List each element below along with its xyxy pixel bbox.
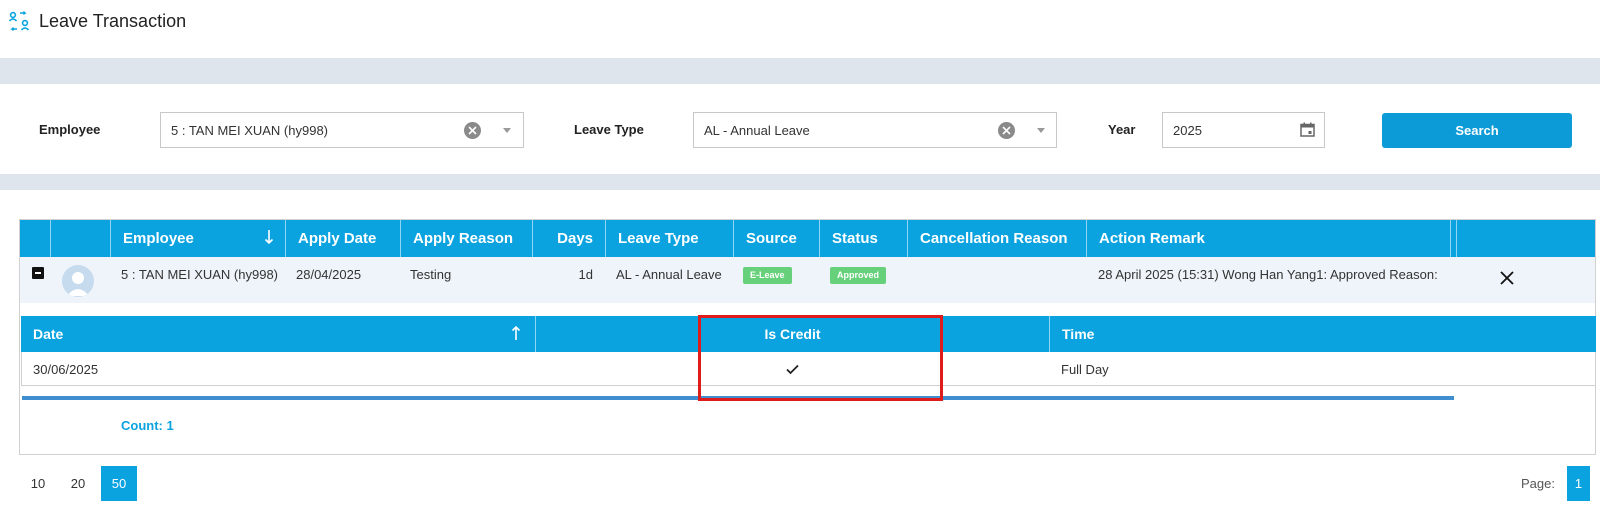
chevron-down-icon[interactable] [503, 128, 511, 133]
column-header-actions [1456, 220, 1595, 257]
column-header-status[interactable]: Status [819, 220, 907, 257]
calendar-icon[interactable] [1300, 122, 1315, 137]
column-header-source[interactable]: Source [733, 220, 819, 257]
cell-action-remark: 28 April 2025 (15:31) Wong Han Yang1: Ap… [1098, 267, 1438, 282]
avatar [62, 265, 94, 297]
top-bar: Leave Transaction [0, 0, 1600, 58]
cell-employee: 5 : TAN MEI XUAN (hy998) [121, 267, 279, 282]
source-badge: E-Leave [743, 267, 792, 284]
page-title: Leave Transaction [39, 11, 187, 31]
year-input-value: 2025 [1173, 123, 1202, 138]
sort-ascending-icon[interactable] [511, 325, 521, 341]
separator-band [0, 174, 1600, 190]
column-header-label: Date [33, 326, 64, 342]
cell-days: 1d [578, 267, 593, 282]
clear-icon[interactable] [464, 122, 481, 139]
page-size-50[interactable]: 50 [101, 466, 137, 501]
cell-time: Full Day [1061, 362, 1109, 377]
page-button-1[interactable]: 1 [1567, 466, 1590, 501]
cell-leave-type: AL - Annual Leave [616, 267, 722, 282]
employee-select[interactable]: 5 : TAN MEI XUAN (hy998) [160, 112, 524, 148]
clear-icon[interactable] [998, 122, 1015, 139]
column-header-date[interactable]: Date [21, 316, 535, 352]
separator-band [0, 58, 1600, 84]
column-header-time[interactable]: Time [1049, 316, 1596, 352]
page-label: Page: [1521, 476, 1555, 491]
close-icon[interactable] [1500, 271, 1514, 285]
chevron-down-icon[interactable] [1037, 128, 1045, 133]
grid-header: Employee Apply Date Apply Reason Days Le… [20, 220, 1595, 257]
leave-type-select-value: AL - Annual Leave [704, 123, 810, 138]
column-header-apply-reason[interactable]: Apply Reason [400, 220, 532, 257]
table-row[interactable]: 5 : TAN MEI XUAN (hy998) 28/04/2025 Test… [20, 257, 1595, 303]
highlight-box [698, 315, 943, 401]
column-header-action-remark[interactable]: Action Remark [1086, 220, 1450, 257]
sort-descending-icon[interactable] [264, 229, 274, 245]
status-badge: Approved [830, 267, 887, 284]
column-header-employee[interactable]: Employee [110, 220, 285, 257]
page-size-10[interactable]: 10 [20, 466, 56, 501]
column-header-cancellation-reason[interactable]: Cancellation Reason [907, 220, 1086, 257]
column-header-leave-type[interactable]: Leave Type [605, 220, 733, 257]
leave-type-label: Leave Type [574, 122, 644, 137]
leave-type-select[interactable]: AL - Annual Leave [693, 112, 1057, 148]
cell-apply-date: 28/04/2025 [296, 267, 362, 282]
cell-date: 30/06/2025 [33, 362, 99, 377]
page-size-20[interactable]: 20 [60, 466, 96, 501]
grid-header-expand [50, 220, 110, 257]
cell-apply-reason: Testing [410, 267, 452, 282]
year-label: Year [1108, 122, 1136, 137]
employee-label: Employee [39, 122, 101, 137]
column-header-apply-date[interactable]: Apply Date [285, 220, 400, 257]
leave-transfer-icon [8, 11, 30, 31]
year-input[interactable]: 2025 [1162, 112, 1325, 148]
collapse-icon[interactable] [32, 267, 44, 279]
record-count: Count: 1 [121, 418, 174, 433]
column-header-days[interactable]: Days [532, 220, 605, 257]
search-button[interactable]: Search [1382, 113, 1572, 148]
column-header-label: Employee [123, 230, 194, 247]
employee-select-value: 5 : TAN MEI XUAN (hy998) [171, 123, 329, 138]
